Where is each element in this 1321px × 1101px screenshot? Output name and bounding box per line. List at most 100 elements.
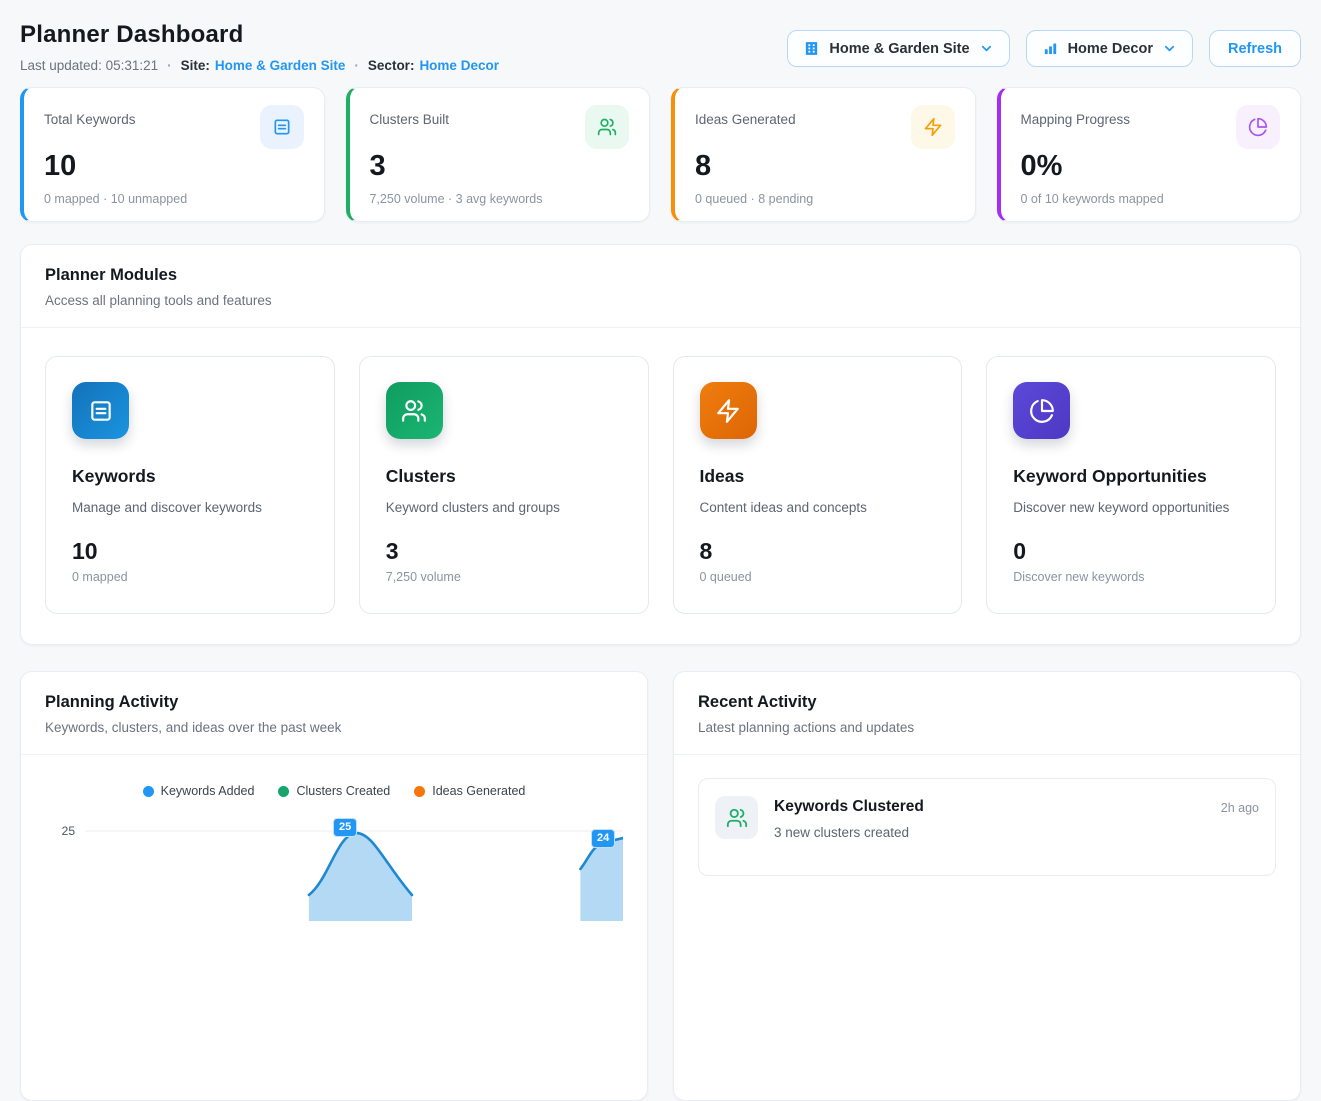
stat-caption: 0 queued · 8 pending bbox=[695, 192, 955, 206]
sector-meta: Sector: Home Decor bbox=[368, 58, 499, 73]
panel-header: Planner Modules Access all planning tool… bbox=[21, 245, 1300, 328]
panel-header: Planning Activity Keywords, clusters, an… bbox=[21, 672, 647, 755]
stat-value: 8 bbox=[695, 150, 955, 183]
users-icon bbox=[585, 105, 629, 149]
document-icon bbox=[72, 382, 129, 439]
chevron-down-icon bbox=[1162, 41, 1177, 56]
chevron-down-icon bbox=[979, 41, 994, 56]
legend-label: Keywords Added bbox=[161, 784, 255, 798]
module-value: 10 bbox=[72, 538, 308, 565]
stat-label: Clusters Built bbox=[370, 105, 450, 127]
legend-item-ideas-generated: Ideas Generated bbox=[414, 784, 525, 798]
refresh-button[interactable]: Refresh bbox=[1209, 30, 1301, 67]
document-icon bbox=[260, 105, 304, 149]
sector-selector-dropdown[interactable]: Home Decor bbox=[1026, 30, 1193, 67]
activity-list: Keywords Clustered 3 new clusters create… bbox=[674, 755, 1300, 899]
bottom-row: Planning Activity Keywords, clusters, an… bbox=[20, 671, 1301, 1101]
page-title: Planner Dashboard bbox=[20, 21, 499, 49]
module-description: Content ideas and concepts bbox=[700, 500, 936, 515]
legend-label: Clusters Created bbox=[296, 784, 390, 798]
last-updated-text: Last updated: 05:31:21 bbox=[20, 58, 158, 73]
zap-icon bbox=[911, 105, 955, 149]
module-value: 0 bbox=[1013, 538, 1249, 565]
activity-title: Keywords Clustered bbox=[774, 796, 1205, 816]
pie-chart-icon bbox=[1013, 382, 1070, 439]
chart-plot-area: 25 24 bbox=[85, 811, 623, 971]
chart-plot: 25 25 24 bbox=[45, 811, 623, 971]
separator-dot: · bbox=[354, 58, 359, 73]
stat-label: Mapping Progress bbox=[1021, 105, 1131, 127]
site-selector-dropdown[interactable]: Home & Garden Site bbox=[787, 30, 1009, 67]
data-point-label: 25 bbox=[333, 818, 357, 837]
topbar: Planner Dashboard Last updated: 05:31:21… bbox=[20, 0, 1301, 73]
chart-legend: Keywords Added Clusters Created Ideas Ge… bbox=[45, 784, 623, 798]
module-value: 8 bbox=[700, 538, 936, 565]
module-title: Keywords bbox=[72, 466, 308, 487]
sector-link[interactable]: Home Decor bbox=[419, 58, 499, 73]
module-caption: Discover new keywords bbox=[1013, 570, 1249, 584]
legend-dot bbox=[414, 786, 425, 797]
pie-chart-icon bbox=[1236, 105, 1280, 149]
stat-value: 0% bbox=[1021, 150, 1281, 183]
module-caption: 7,250 volume bbox=[386, 570, 622, 584]
activity-description: 3 new clusters created bbox=[774, 825, 1205, 840]
site-meta: Site: Home & Garden Site bbox=[181, 58, 346, 73]
module-card-ideas[interactable]: Ideas Content ideas and concepts 8 0 que… bbox=[673, 356, 963, 614]
site-link[interactable]: Home & Garden Site bbox=[215, 58, 346, 73]
users-icon bbox=[715, 796, 758, 839]
stat-caption: 7,250 volume · 3 avg keywords bbox=[370, 192, 630, 206]
module-caption: 0 mapped bbox=[72, 570, 308, 584]
stat-label: Total Keywords bbox=[44, 105, 136, 127]
stat-label: Ideas Generated bbox=[695, 105, 796, 127]
site-selector-value: Home & Garden Site bbox=[829, 41, 969, 57]
panel-header: Recent Activity Latest planning actions … bbox=[674, 672, 1300, 755]
stat-card-ideas-generated: Ideas Generated 8 0 queued · 8 pending bbox=[671, 87, 976, 222]
module-title: Clusters bbox=[386, 466, 622, 487]
activity-timestamp: 2h ago bbox=[1221, 796, 1259, 858]
module-description: Manage and discover keywords bbox=[72, 500, 308, 515]
site-label: Site: bbox=[181, 58, 210, 73]
module-description: Keyword clusters and groups bbox=[386, 500, 622, 515]
module-card-keyword-opportunities[interactable]: Keyword Opportunities Discover new keywo… bbox=[986, 356, 1276, 614]
stat-caption: 0 of 10 keywords mapped bbox=[1021, 192, 1281, 206]
sector-selector-value: Home Decor bbox=[1068, 41, 1153, 57]
legend-dot bbox=[278, 786, 289, 797]
legend-item-clusters-created: Clusters Created bbox=[278, 784, 390, 798]
stat-caption: 0 mapped · 10 unmapped bbox=[44, 192, 304, 206]
legend-label: Ideas Generated bbox=[432, 784, 525, 798]
stat-card-clusters-built: Clusters Built 3 7,250 volume · 3 avg ke… bbox=[346, 87, 651, 222]
topbar-actions: Home & Garden Site Home Decor bbox=[787, 30, 1301, 67]
planner-modules-panel: Planner Modules Access all planning tool… bbox=[20, 244, 1301, 645]
activity-content: Keywords Clustered 3 new clusters create… bbox=[774, 796, 1205, 858]
legend-item-keywords-added: Keywords Added bbox=[143, 784, 255, 798]
separator-dot: · bbox=[167, 58, 172, 73]
section-title: Recent Activity bbox=[698, 693, 1276, 712]
module-card-keywords[interactable]: Keywords Manage and discover keywords 10… bbox=[45, 356, 335, 614]
section-subtitle: Keywords, clusters, and ideas over the p… bbox=[45, 720, 623, 735]
module-title: Ideas bbox=[700, 466, 936, 487]
stat-card-mapping-progress: Mapping Progress 0% 0 of 10 keywords map… bbox=[997, 87, 1302, 222]
zap-icon bbox=[700, 382, 757, 439]
module-value: 3 bbox=[386, 538, 622, 565]
stat-value: 3 bbox=[370, 150, 630, 183]
users-icon bbox=[386, 382, 443, 439]
bar-chart-icon bbox=[1042, 40, 1059, 57]
recent-activity-panel: Recent Activity Latest planning actions … bbox=[673, 671, 1301, 1101]
modules-grid: Keywords Manage and discover keywords 10… bbox=[21, 328, 1300, 644]
topbar-left: Planner Dashboard Last updated: 05:31:21… bbox=[20, 21, 499, 73]
legend-dot bbox=[143, 786, 154, 797]
building-icon bbox=[803, 40, 820, 57]
breadcrumb: Last updated: 05:31:21 · Site: Home & Ga… bbox=[20, 58, 499, 73]
module-card-clusters[interactable]: Clusters Keyword clusters and groups 3 7… bbox=[359, 356, 649, 614]
module-caption: 0 queued bbox=[700, 570, 936, 584]
stats-row: Total Keywords 10 0 mapped · 10 unmapped… bbox=[20, 87, 1301, 222]
section-title: Planner Modules bbox=[45, 266, 1276, 285]
sector-label: Sector: bbox=[368, 58, 415, 73]
activity-item-keywords-clustered: Keywords Clustered 3 new clusters create… bbox=[698, 778, 1276, 876]
stat-value: 10 bbox=[44, 150, 304, 183]
planning-activity-panel: Planning Activity Keywords, clusters, an… bbox=[20, 671, 648, 1101]
section-subtitle: Latest planning actions and updates bbox=[698, 720, 1276, 735]
section-subtitle: Access all planning tools and features bbox=[45, 293, 1276, 308]
y-axis-tick: 25 bbox=[45, 824, 75, 838]
section-title: Planning Activity bbox=[45, 693, 623, 712]
